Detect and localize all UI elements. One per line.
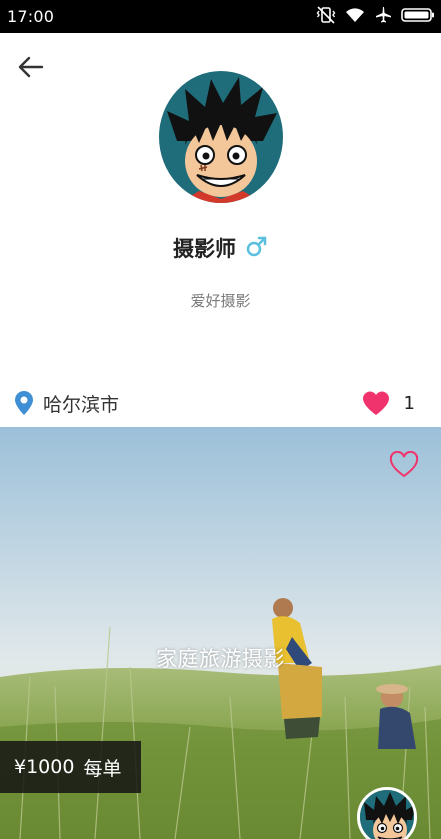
heart-outline-icon — [389, 450, 419, 478]
favorite-button[interactable] — [389, 450, 419, 481]
vibrate-icon — [316, 5, 336, 28]
male-gender-icon — [246, 235, 268, 261]
info-row: 哈尔滨市 1 — [0, 381, 441, 425]
service-card[interactable]: 家庭旅游摄影 ¥1000 每单 — [0, 427, 441, 839]
location-text: 哈尔滨市 — [43, 393, 120, 416]
card-avatar[interactable] — [357, 787, 417, 839]
like-count: 1 — [403, 392, 415, 414]
price-badge: ¥1000 每单 — [0, 741, 141, 793]
price-unit: 每单 — [83, 757, 122, 780]
likes[interactable]: 1 — [362, 390, 415, 416]
battery-icon — [401, 7, 435, 27]
wifi-icon — [345, 7, 365, 27]
profile-name: 摄影师 — [173, 237, 236, 261]
location-pin-icon — [15, 391, 33, 415]
avatar[interactable] — [159, 71, 283, 203]
card-title: 家庭旅游摄影 — [156, 647, 285, 671]
price-amount: ¥1000 — [14, 756, 75, 778]
status-icons — [316, 5, 435, 28]
profile-page: 摄影师 爱好摄影 哈尔滨市 1 家庭旅游摄影 ¥1000 每单 — [0, 33, 441, 839]
profile-bio: 爱好摄影 — [190, 292, 251, 310]
airplane-icon — [374, 6, 392, 28]
heart-icon[interactable] — [362, 390, 390, 416]
location: 哈尔滨市 — [14, 390, 119, 417]
arrow-left-icon — [18, 56, 44, 78]
status-time: 17:00 — [7, 7, 55, 26]
status-bar: 17:00 — [0, 0, 441, 33]
name-row: 摄影师 — [0, 233, 441, 263]
back-button[interactable] — [14, 51, 46, 83]
